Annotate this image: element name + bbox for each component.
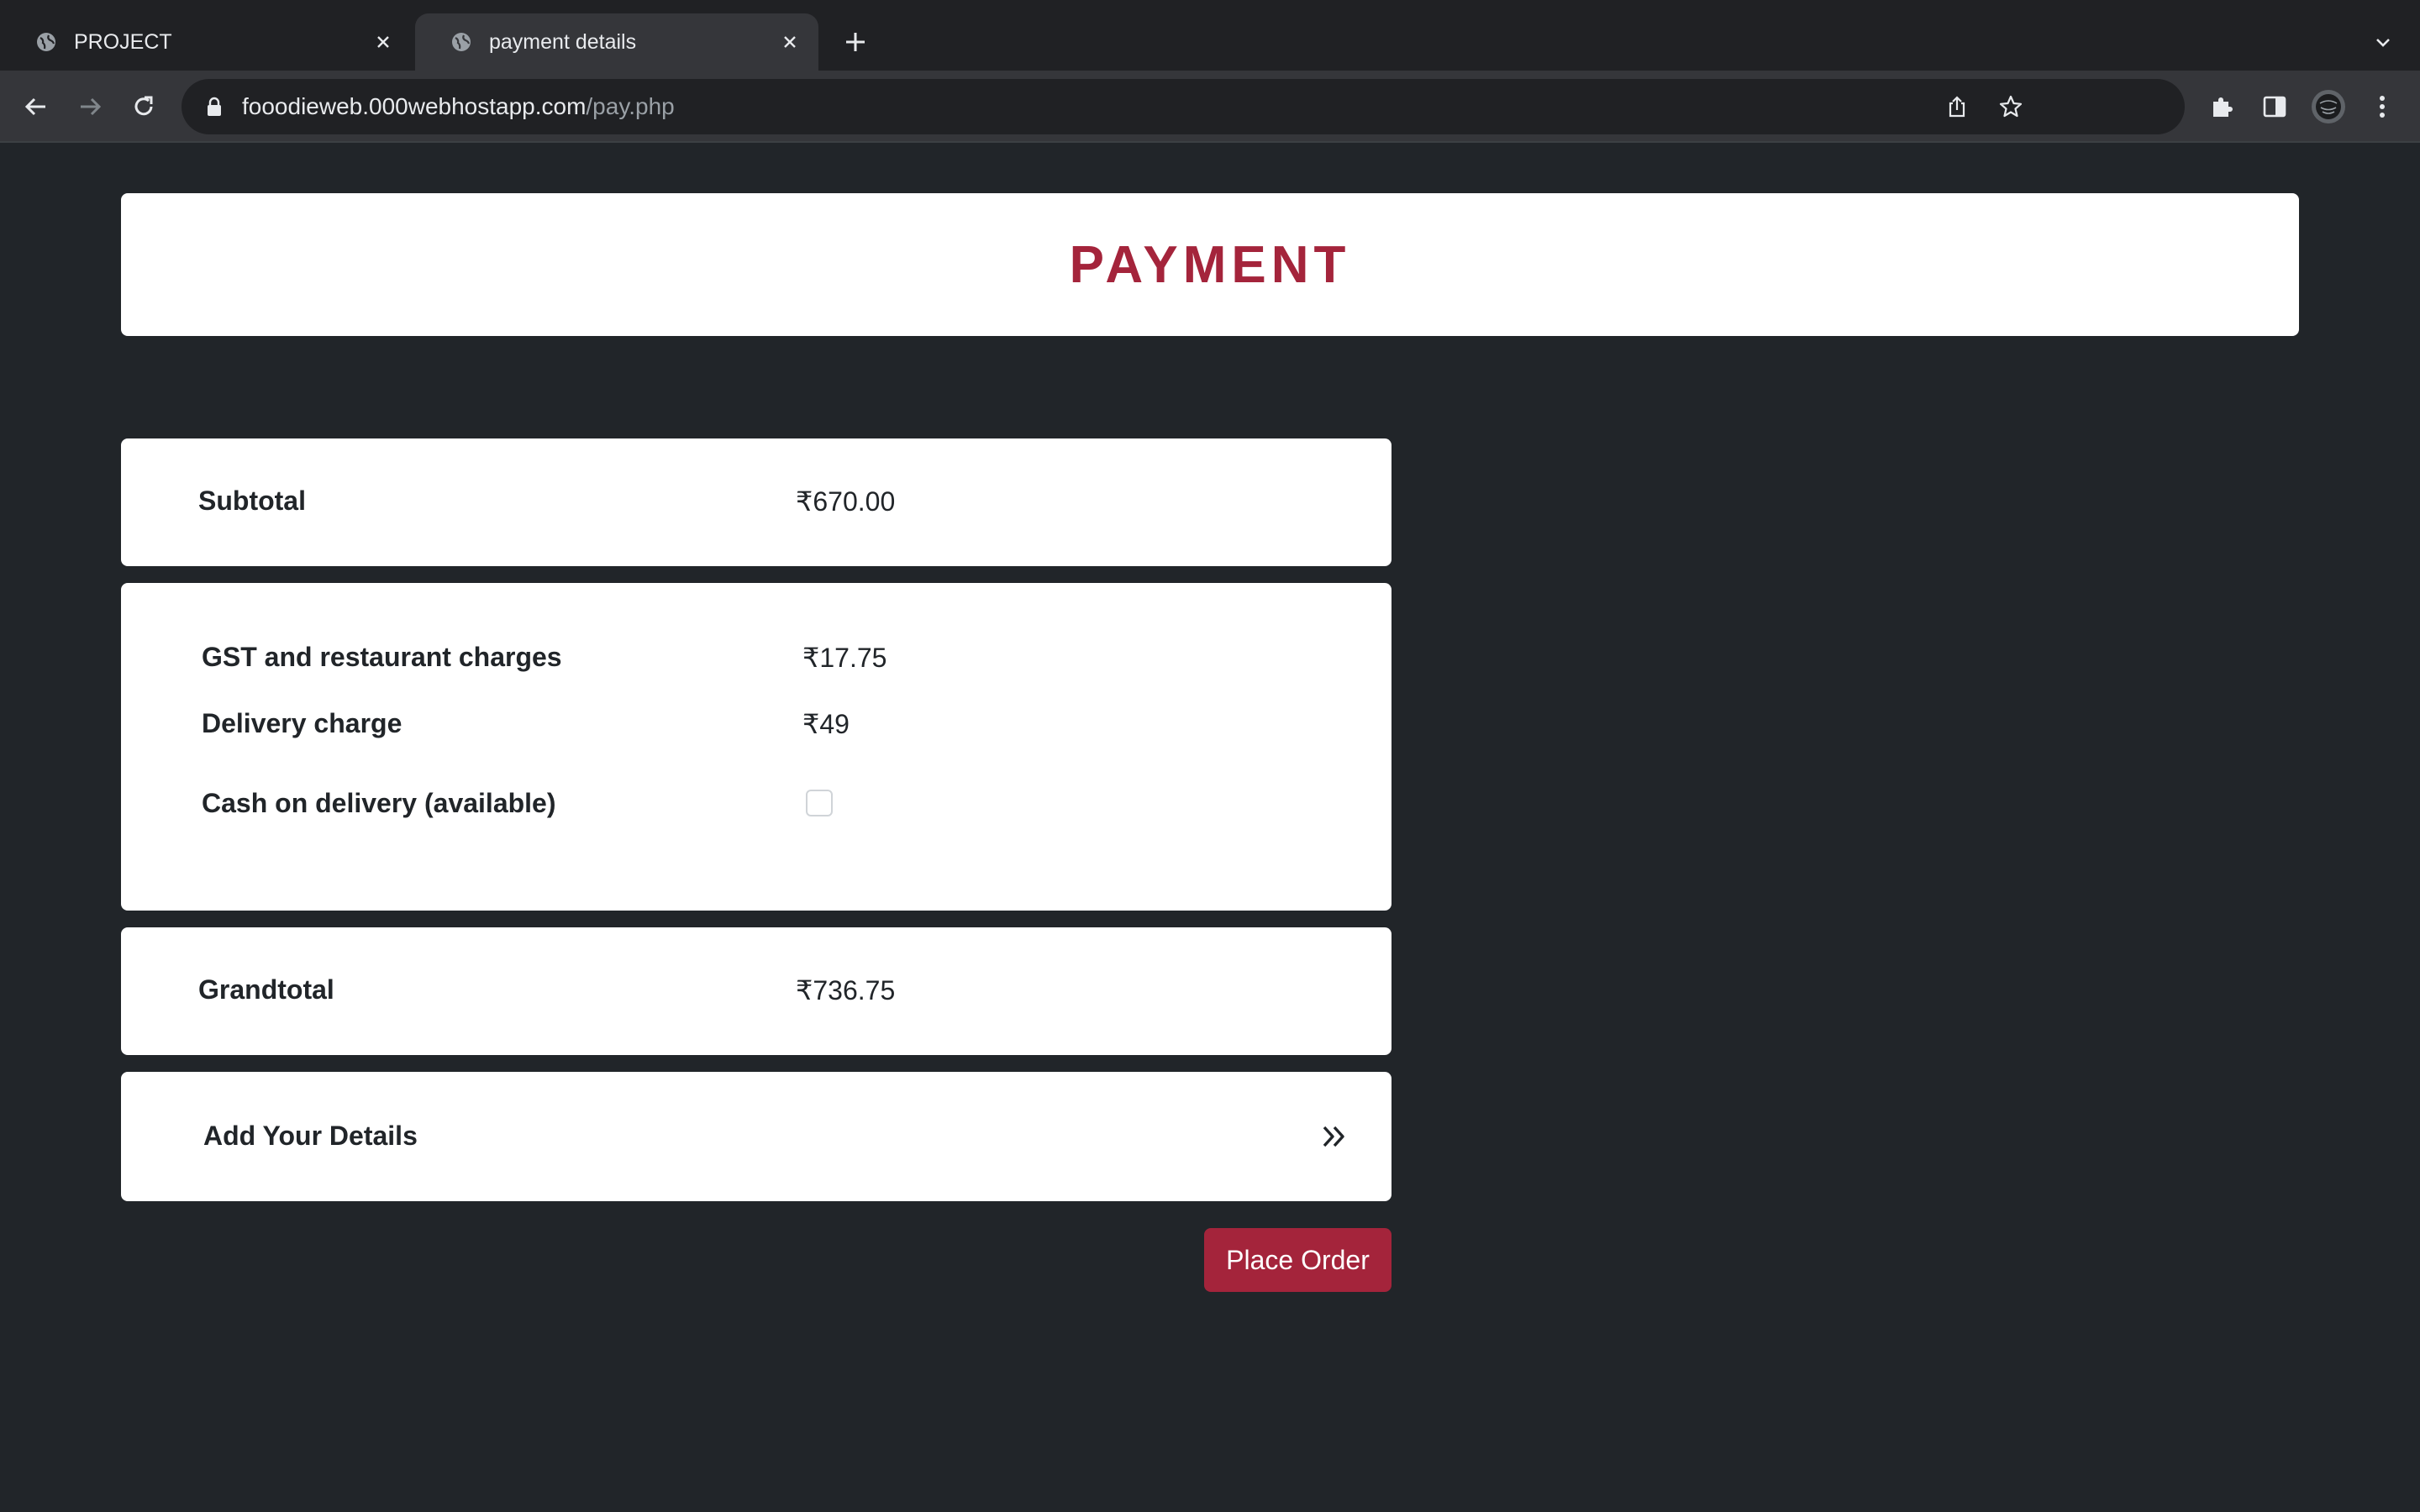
grandtotal-card: Grandtotal ₹736.75 [121, 927, 1392, 1055]
browser-tabstrip: PROJECT payment details [0, 0, 2420, 71]
back-arrow-icon[interactable] [17, 87, 55, 126]
subtotal-value: ₹670.00 [796, 486, 896, 517]
browser-toolbar: fooodieweb.000webhostapp.com/pay.php [0, 71, 2420, 143]
bookmark-star-icon[interactable] [1995, 91, 2027, 123]
globe-icon [34, 29, 59, 55]
payment-header-card: PAYMENT [121, 193, 2299, 336]
tab-title: PROJECT [74, 29, 172, 54]
charges-card: GST and restaurant charges ₹17.75 Delive… [121, 583, 1392, 911]
url-path: /pay.php [586, 93, 675, 119]
delivery-charge-label: Delivery charge [202, 708, 402, 738]
side-panel-icon[interactable] [2255, 87, 2294, 126]
grandtotal-label: Grandtotal [198, 974, 334, 1005]
gst-value: ₹17.75 [802, 643, 887, 673]
tab-project[interactable]: PROJECT [0, 13, 412, 71]
tab-payment-details[interactable]: payment details [415, 13, 818, 71]
browser-menu-kebab-icon[interactable] [2363, 87, 2402, 126]
gst-label: GST and restaurant charges [202, 642, 562, 672]
delivery-charge-value: ₹49 [802, 709, 850, 739]
cash-on-delivery-label: Cash on delivery (available) [202, 788, 556, 818]
tab-search-chevron-down-icon[interactable] [2366, 25, 2400, 59]
share-icon[interactable] [1941, 91, 1973, 123]
add-details-toggle[interactable]: Add Your Details [121, 1072, 1392, 1201]
profile-avatar[interactable] [2309, 87, 2348, 126]
url-domain: fooodieweb.000webhostapp.com [242, 93, 587, 119]
add-details-label: Add Your Details [203, 1121, 418, 1151]
subtotal-card: Subtotal ₹670.00 [121, 438, 1392, 566]
subtotal-label: Subtotal [198, 486, 306, 516]
reload-icon[interactable] [124, 87, 163, 126]
grandtotal-value: ₹736.75 [796, 975, 896, 1005]
globe-icon [449, 29, 474, 55]
url-text: fooodieweb.000webhostapp.com/pay.php [242, 93, 675, 120]
tab-title: payment details [489, 29, 637, 54]
extensions-puzzle-icon[interactable] [2203, 87, 2242, 126]
page-title: PAYMENT [1069, 235, 1351, 294]
double-chevron-right-icon[interactable] [1318, 1121, 1349, 1152]
new-tab-plus-icon[interactable] [839, 25, 872, 59]
payment-page: PAYMENT Subtotal ₹670.00 GST and restaur… [0, 144, 2420, 1512]
forward-arrow-icon[interactable] [71, 87, 109, 126]
close-tab-icon[interactable] [776, 29, 803, 55]
lock-icon[interactable] [202, 94, 227, 119]
close-tab-icon[interactable] [370, 29, 397, 55]
cash-on-delivery-checkbox[interactable] [806, 790, 833, 816]
address-bar[interactable]: fooodieweb.000webhostapp.com/pay.php [182, 79, 2185, 134]
place-order-button[interactable]: Place Order [1204, 1228, 1392, 1292]
